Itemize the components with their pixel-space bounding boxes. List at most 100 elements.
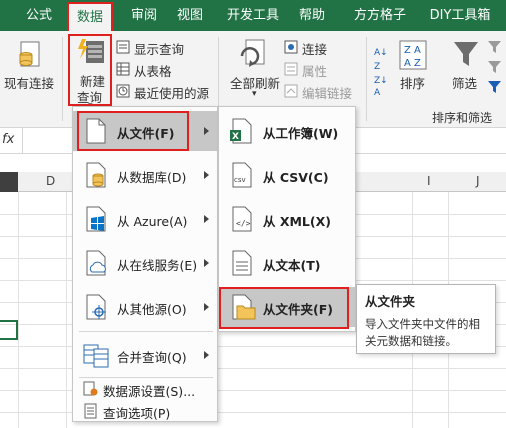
- menu-item-from-text[interactable]: 从文本(T): [219, 243, 355, 283]
- submenu-arrow-icon: [204, 127, 209, 135]
- tab-diy-toolbox[interactable]: DIY工具箱: [420, 0, 500, 31]
- gridline: [18, 192, 19, 428]
- menu-item-label: 从 Azure(A): [117, 214, 188, 229]
- tab-view[interactable]: 视图: [170, 0, 210, 31]
- existing-connections-label: 现有连接: [4, 76, 55, 91]
- active-cell[interactable]: [0, 320, 18, 340]
- tab-review[interactable]: 审阅: [120, 0, 168, 31]
- svg-text:Z: Z: [374, 62, 380, 72]
- show-query-icon: [116, 40, 130, 54]
- menu-item-from-online-services[interactable]: 从在线服务(E): [73, 243, 217, 283]
- svg-text:X: X: [232, 132, 239, 142]
- tab-help[interactable]: 帮助: [292, 0, 332, 31]
- menu-item-label: 从文件(F): [117, 126, 175, 141]
- menu-item-label: 从文本(T): [263, 258, 321, 273]
- menu-item-from-workbook[interactable]: X 从工作簿(W): [219, 111, 355, 151]
- tooltip-description: 导入文件夹中文件的相关元数据和链接。: [365, 317, 480, 348]
- text-file-icon: [232, 250, 252, 276]
- tooltip-title: 从文件夹: [365, 294, 416, 309]
- table-icon: [116, 62, 130, 76]
- submenu-arrow-icon: [204, 351, 209, 359]
- combine-queries-icon: [83, 344, 109, 368]
- sort-label: 排序: [400, 76, 426, 91]
- sort-filter-group-label: 排序和筛选: [432, 111, 493, 125]
- chevron-down-icon: ▾: [252, 89, 257, 99]
- menu-item-query-options[interactable]: 查询选项(P): [73, 401, 217, 421]
- ribbon-separator: [366, 37, 367, 121]
- sort-az-small-icon[interactable]: A↓ Z Z↓ A: [374, 45, 390, 95]
- new-query-icon: [78, 39, 104, 63]
- svg-text:Z A: Z A: [404, 45, 421, 56]
- menu-item-from-file[interactable]: 从文件(F): [73, 111, 217, 151]
- menu-item-from-folder[interactable]: 从文件夹(F): [219, 287, 355, 327]
- from-file-submenu: X 从工作簿(W) csv 从 CSV(C) </> 从 XML(X) 从文本(…: [218, 106, 356, 332]
- menu-item-label: 从文件夹(F): [263, 302, 333, 317]
- other-sources-icon: [86, 294, 106, 320]
- show-query-label: 显示查询: [134, 42, 185, 57]
- refresh-icon: [240, 39, 265, 67]
- azure-windows-icon: [86, 206, 106, 232]
- menu-item-label: 查询选项(P): [103, 406, 171, 421]
- from-table-label: 从表格: [134, 64, 172, 79]
- menu-item-data-source-settings[interactable]: 数据源设置(S)...: [73, 379, 217, 399]
- menu-separator: [79, 377, 213, 378]
- gridline: [66, 192, 67, 428]
- fx-icon[interactable]: fx: [2, 132, 14, 147]
- menu-item-label: 数据源设置(S)...: [103, 384, 196, 399]
- menu-item-combine-queries[interactable]: 合并查询(Q): [73, 335, 217, 375]
- advanced-filter-icons[interactable]: [487, 39, 503, 97]
- edit-links-icon: [284, 84, 298, 98]
- tab-formulas[interactable]: 公式: [14, 0, 64, 31]
- menu-item-from-other-sources[interactable]: 从其他源(O): [73, 287, 217, 327]
- connections-label: 连接: [302, 42, 328, 57]
- data-source-settings-icon: [83, 381, 98, 396]
- ribbon-tab-bar: 公式 数据 审阅 视图 开发工具 帮助 方方格子 DIY工具箱: [0, 0, 506, 33]
- edit-links-label: 编辑链接: [302, 86, 353, 101]
- column-header-d[interactable]: D: [46, 174, 55, 188]
- menu-item-label: 从工作簿(W): [263, 126, 339, 141]
- database-icon: [86, 162, 106, 188]
- folder-icon: [232, 294, 256, 320]
- filter-icon: [454, 42, 478, 66]
- tab-developer[interactable]: 开发工具: [222, 0, 284, 31]
- tab-data-highlight-box: [67, 2, 113, 33]
- menu-item-label: 从在线服务(E): [117, 258, 198, 273]
- menu-item-from-azure[interactable]: 从 Azure(A): [73, 199, 217, 239]
- cloud-icon: [86, 250, 106, 276]
- query-options-icon: [84, 403, 97, 419]
- menu-item-label: 合并查询(Q): [117, 350, 187, 365]
- filter-label: 筛选: [452, 76, 478, 91]
- submenu-arrow-icon: [204, 215, 209, 223]
- from-folder-tooltip: 从文件夹 导入文件夹中文件的相关元数据和链接。: [356, 284, 496, 354]
- submenu-arrow-icon: [204, 259, 209, 267]
- menu-item-label: 从 XML(X): [263, 214, 331, 229]
- sort-icon: Z A A Z: [399, 40, 427, 70]
- svg-text:A: A: [374, 88, 381, 95]
- xml-file-icon: </>: [232, 206, 252, 232]
- submenu-arrow-icon: [204, 303, 209, 311]
- column-header-j[interactable]: J: [476, 174, 480, 188]
- submenu-arrow-icon: [204, 171, 209, 179]
- excel-workbook-icon: X: [230, 118, 252, 144]
- tab-data[interactable]: 数据: [67, 2, 113, 33]
- svg-text:csv: csv: [234, 176, 246, 184]
- select-all-corner[interactable]: [0, 172, 18, 192]
- svg-text:A Z: A Z: [404, 58, 421, 69]
- svg-text:Z↓: Z↓: [374, 76, 388, 86]
- menu-item-from-csv[interactable]: csv 从 CSV(C): [219, 155, 355, 195]
- existing-connections-icon: [19, 41, 40, 67]
- csv-file-icon: csv: [232, 162, 252, 188]
- svg-text:A↓: A↓: [374, 48, 388, 58]
- menu-item-label: 从数据库(D): [117, 170, 187, 185]
- ribbon-separator: [62, 37, 63, 121]
- tab-fangfang[interactable]: 方方格子: [344, 0, 416, 31]
- menu-separator: [79, 331, 213, 332]
- menu-item-label: 从其他源(O): [117, 302, 187, 317]
- menu-item-from-database[interactable]: 从数据库(D): [73, 155, 217, 195]
- recent-sources-icon: [116, 84, 130, 98]
- column-header-i[interactable]: I: [427, 174, 431, 188]
- file-icon: [86, 118, 106, 144]
- menu-item-label: 从 CSV(C): [263, 170, 329, 185]
- menu-item-from-xml[interactable]: </> 从 XML(X): [219, 199, 355, 239]
- connections-icon: [284, 40, 298, 54]
